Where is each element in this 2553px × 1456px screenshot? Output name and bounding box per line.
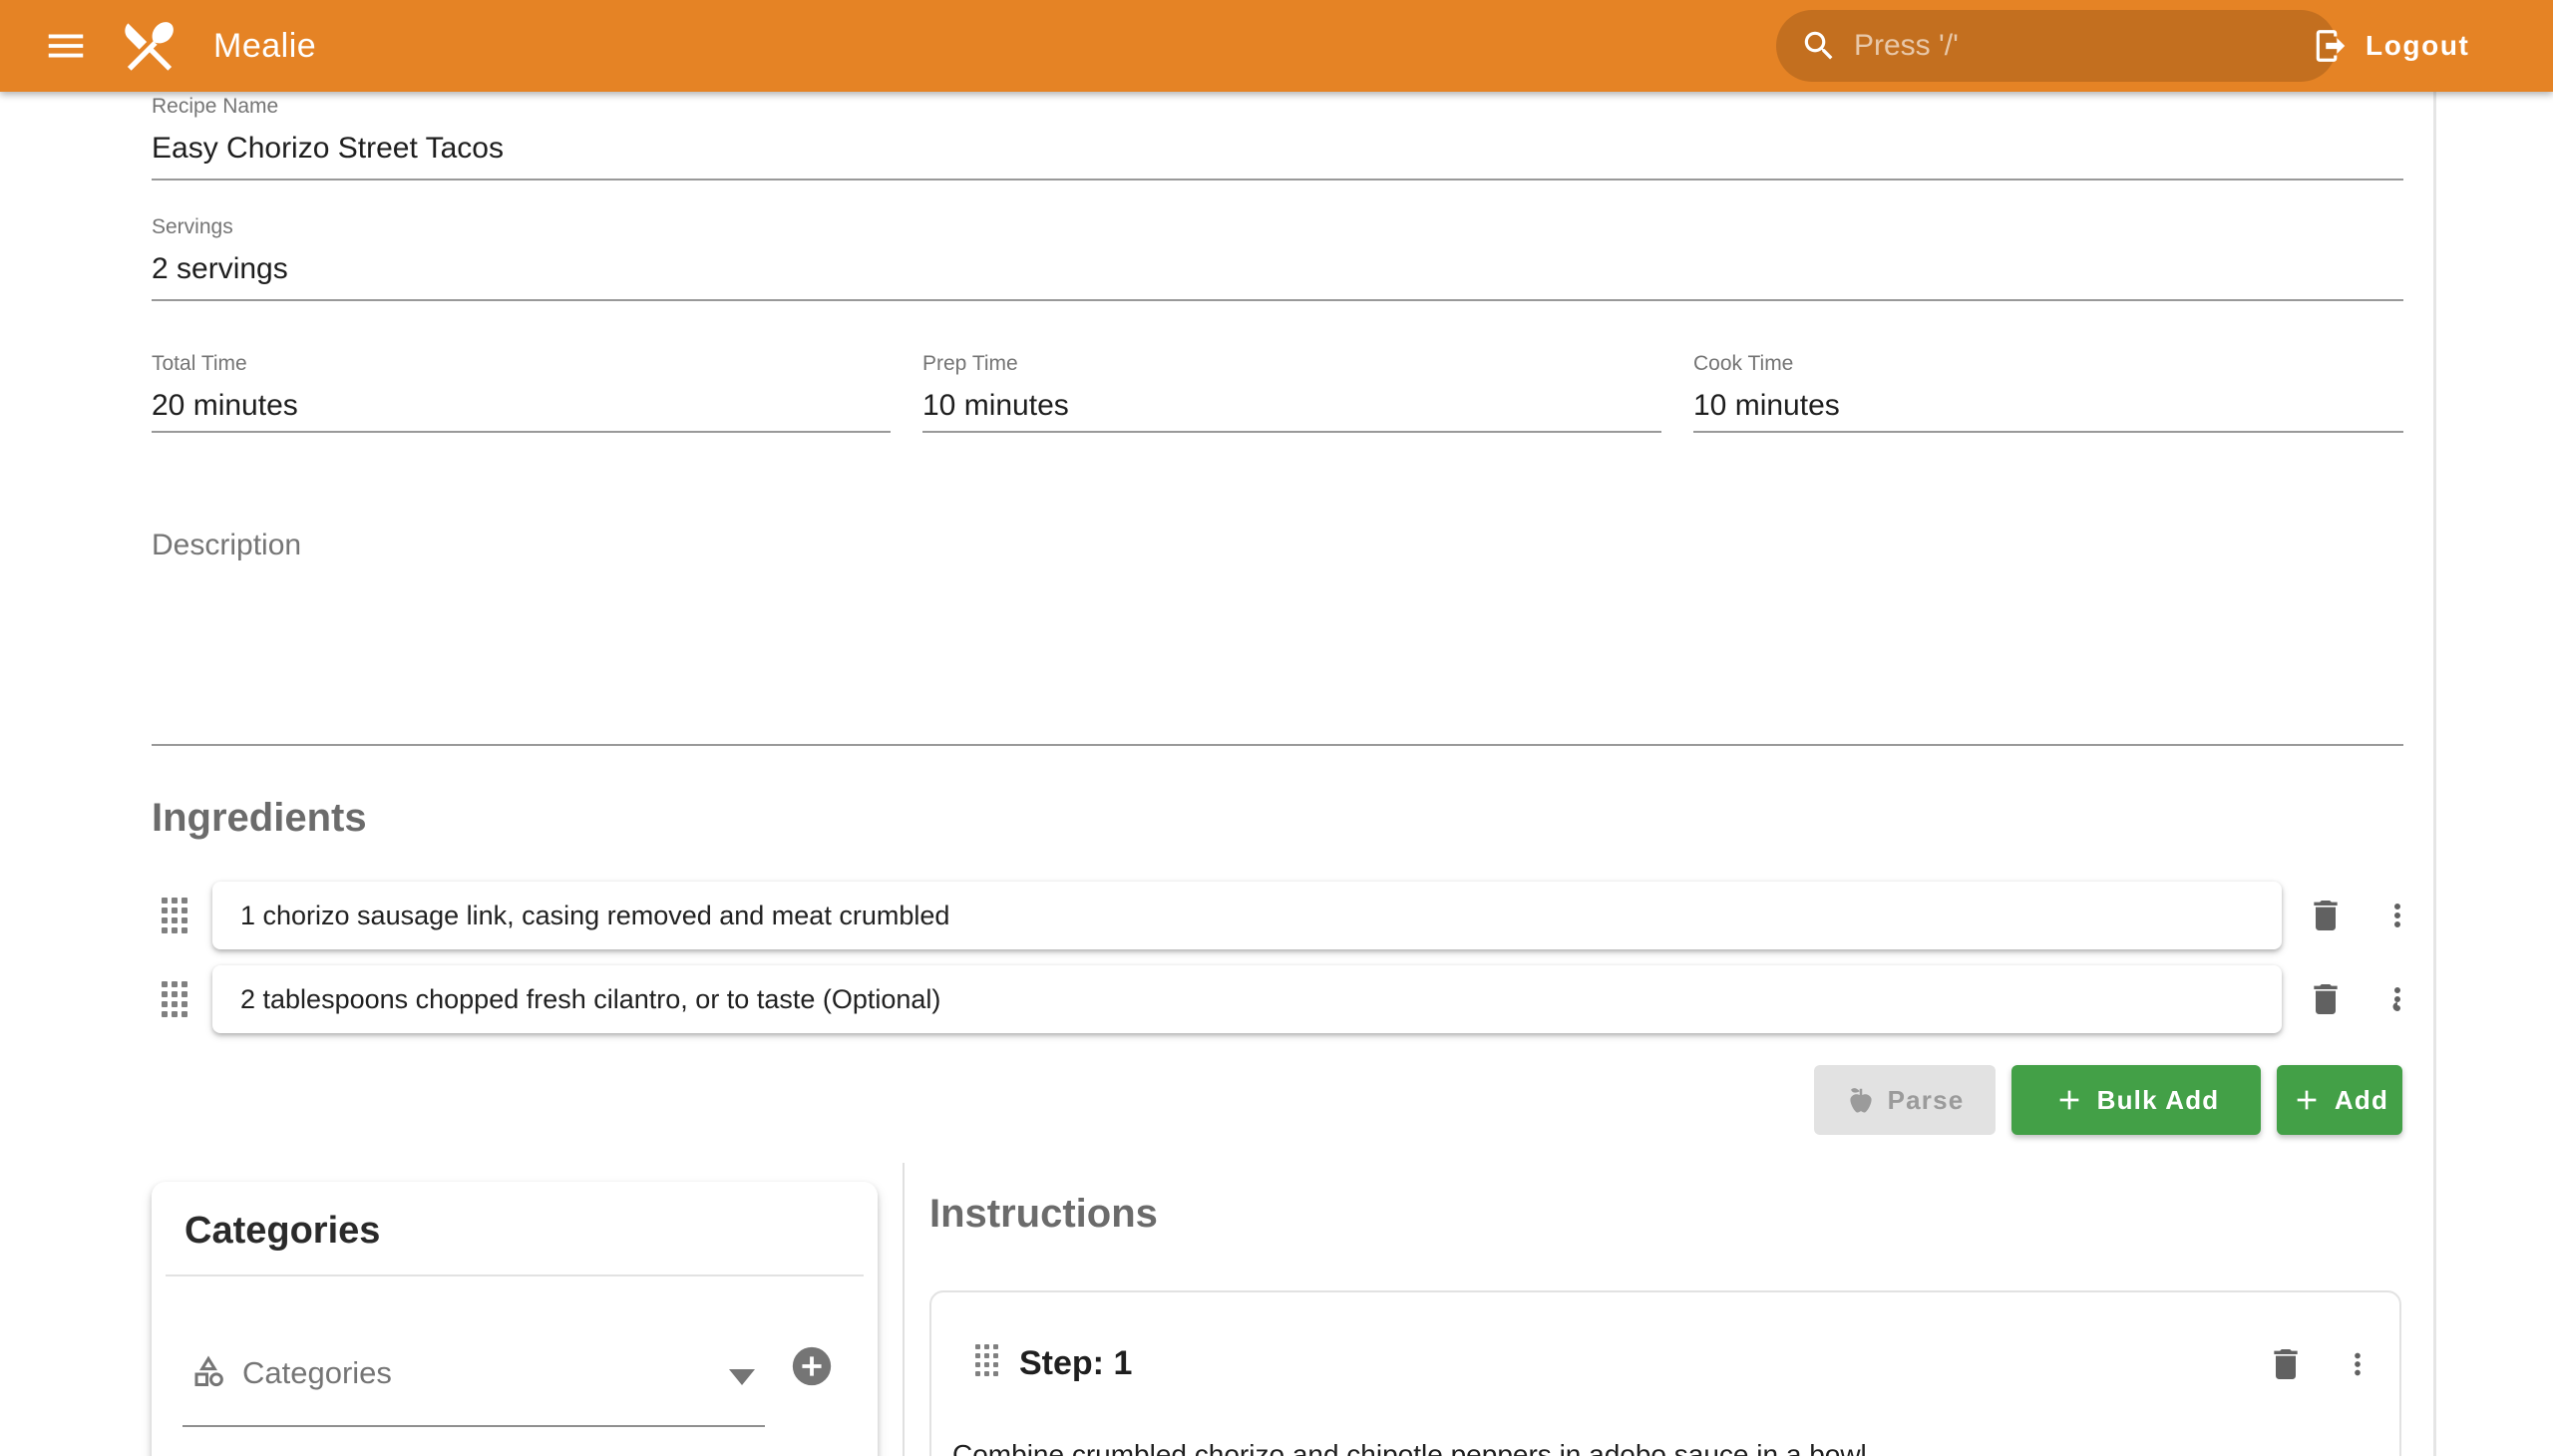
prep-time-label: Prep Time (922, 351, 1661, 377)
recipe-name-value[interactable]: Easy Chorizo Street Tacos (152, 129, 2403, 169)
servings-value[interactable]: 2 servings (152, 249, 2403, 289)
trash-icon (2306, 979, 2346, 1019)
categories-card-title: Categories (152, 1182, 878, 1274)
cook-time-value[interactable]: 10 minutes (1693, 386, 2403, 426)
select-underline (182, 1425, 765, 1427)
ingredient-row: 1 chorizo sausage link, casing removed a… (0, 882, 2553, 949)
cook-time-field[interactable]: Cook Time 10 minutes (1693, 351, 2403, 433)
step-text-input[interactable]: Combine crumbled chorizo and chipotle pe… (952, 1435, 2329, 1456)
categories-select-label: Categories (242, 1355, 392, 1391)
column-divider (903, 1163, 905, 1456)
total-time-label: Total Time (152, 351, 891, 377)
categories-card: Categories Categories (152, 1182, 878, 1456)
ingredient-input[interactable]: 1 chorizo sausage link, casing removed a… (212, 882, 2282, 949)
servings-field[interactable]: Servings 2 servings (152, 214, 2403, 301)
categories-select[interactable]: Categories (182, 1331, 847, 1427)
step-menu-button[interactable] (2334, 1340, 2381, 1388)
shapes-icon (190, 1353, 226, 1389)
drag-handle-icon[interactable] (162, 898, 187, 933)
instructions-heading: Instructions (929, 1192, 1158, 1237)
ingredients-heading: Ingredients (152, 796, 367, 841)
recipe-name-field[interactable]: Recipe Name Easy Chorizo Street Tacos (152, 94, 2403, 181)
search-icon (1800, 27, 1838, 65)
trash-icon (2266, 1344, 2306, 1384)
card-divider (166, 1274, 864, 1276)
plus-icon (2291, 1084, 2323, 1116)
ingredient-menu-button[interactable] (2373, 975, 2421, 1023)
parse-button[interactable]: Parse (1814, 1065, 1996, 1135)
total-time-field[interactable]: Total Time 20 minutes (152, 351, 891, 433)
step-title: Step: 1 (1019, 1344, 1132, 1383)
servings-label: Servings (152, 214, 2403, 240)
kebab-menu-icon (2379, 981, 2415, 1017)
trash-icon (2306, 896, 2346, 935)
search-input[interactable] (1854, 29, 2313, 63)
cook-time-label: Cook Time (1693, 351, 2403, 377)
ingredient-menu-button[interactable] (2373, 892, 2421, 939)
prep-time-value[interactable]: 10 minutes (922, 386, 1661, 426)
apple-icon (1846, 1085, 1876, 1115)
add-label: Add (2335, 1085, 2388, 1116)
ingredient-row: 2 tablespoons chopped fresh cilantro, or… (0, 965, 2553, 1033)
instruction-step-card: Step: 1 Combine crumbled chorizo and chi… (929, 1290, 2401, 1456)
recipe-name-label: Recipe Name (152, 94, 2403, 120)
description-field[interactable]: Description (152, 529, 2403, 746)
search-bar[interactable] (1776, 10, 2337, 82)
delete-ingredient-button[interactable] (2302, 975, 2350, 1023)
app-title: Mealie (213, 0, 316, 92)
bulk-add-label: Bulk Add (2097, 1085, 2220, 1116)
kebab-menu-icon (2379, 898, 2415, 933)
add-ingredient-button[interactable]: Add (2277, 1065, 2402, 1135)
ingredient-input[interactable]: 2 tablespoons chopped fresh cilantro, or… (212, 965, 2282, 1033)
add-category-button[interactable] (789, 1343, 835, 1389)
plus-icon (2053, 1084, 2085, 1116)
logout-icon (2312, 27, 2350, 65)
drag-handle-icon[interactable] (975, 1344, 998, 1376)
chevron-down-icon[interactable] (729, 1369, 755, 1385)
right-edge-divider (2433, 92, 2436, 1456)
recipe-editor-page: Mealie Logout Recipe Name Easy Chorizo S… (0, 0, 2553, 1456)
logout-button[interactable]: Logout (2312, 0, 2469, 92)
ingredient-text[interactable]: 1 chorizo sausage link, casing removed a… (240, 901, 949, 931)
description-placeholder: Description (152, 529, 2403, 562)
ingredient-text[interactable]: 2 tablespoons chopped fresh cilantro, or… (240, 984, 940, 1015)
menu-icon[interactable] (42, 24, 90, 68)
delete-step-button[interactable] (2262, 1340, 2310, 1388)
bulk-add-button[interactable]: Bulk Add (2011, 1065, 2261, 1135)
total-time-value[interactable]: 20 minutes (152, 386, 891, 426)
delete-ingredient-button[interactable] (2302, 892, 2350, 939)
prep-time-field[interactable]: Prep Time 10 minutes (922, 351, 1661, 433)
parse-label: Parse (1888, 1085, 1965, 1116)
logout-label: Logout (2366, 30, 2469, 62)
app-bar: Mealie Logout (0, 0, 2553, 92)
kebab-menu-icon (2341, 1347, 2374, 1381)
drag-handle-icon[interactable] (162, 981, 187, 1017)
mealie-logo-silverware-icon (118, 14, 182, 78)
